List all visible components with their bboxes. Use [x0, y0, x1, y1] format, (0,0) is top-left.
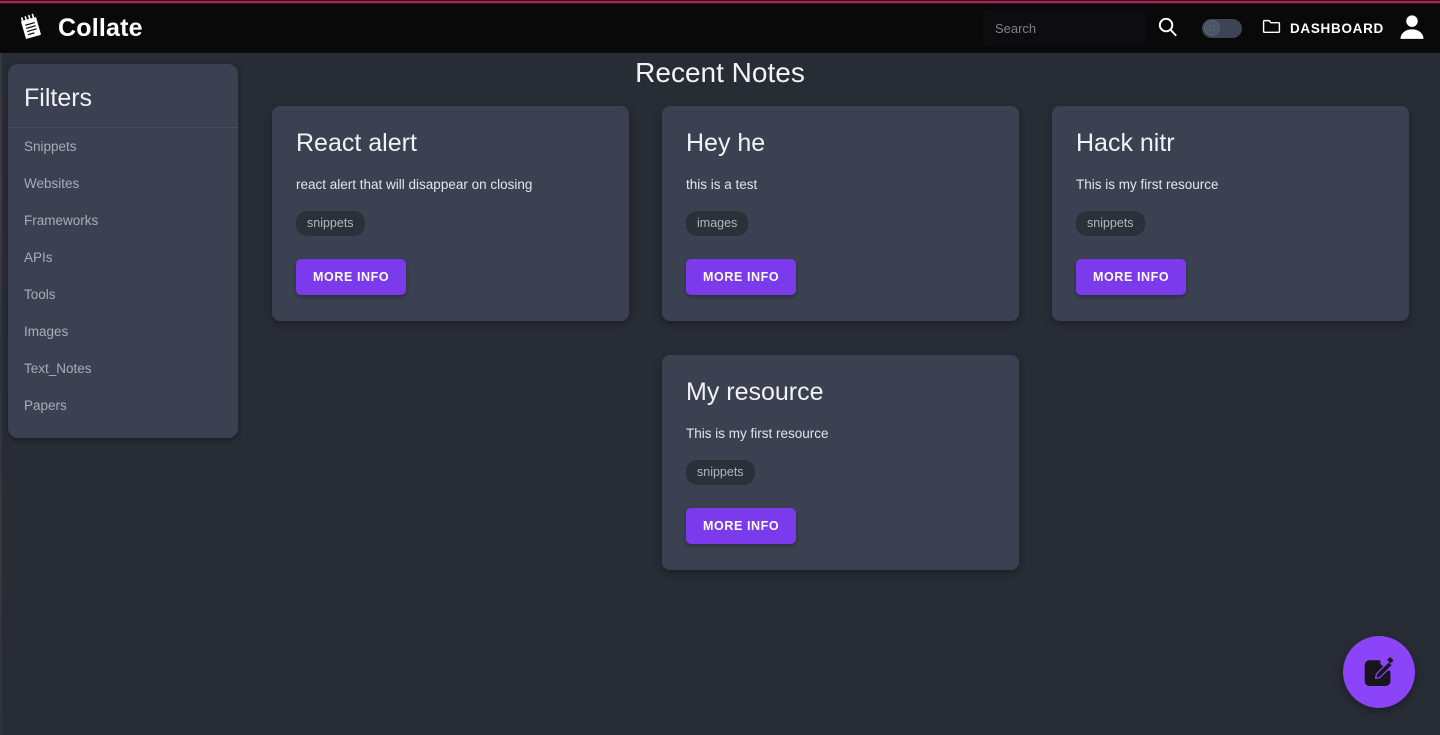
sidebar-item-text-notes[interactable]: Text_Notes: [8, 350, 238, 387]
toggle-switch-icon: [1204, 20, 1220, 36]
notepad-icon: [16, 13, 46, 43]
search-input[interactable]: [983, 10, 1146, 46]
note-description: This is my first resource: [1076, 176, 1387, 194]
more-info-button[interactable]: MORE INFO: [296, 259, 406, 295]
sidebar-item-papers[interactable]: Papers: [8, 387, 238, 424]
note-description: react alert that will disappear on closi…: [296, 176, 607, 194]
navbar-right-group: DASHBOARD: [983, 3, 1440, 53]
sidebar-item-snippets[interactable]: Snippets: [8, 128, 238, 165]
search-button[interactable]: [1146, 6, 1190, 50]
brand[interactable]: Collate: [16, 13, 143, 43]
dashboard-link[interactable]: DASHBOARD: [1262, 18, 1384, 39]
note-tag-row: snippets: [686, 460, 997, 485]
sidebar-item-tools[interactable]: Tools: [8, 276, 238, 313]
filters-header: Filters: [8, 64, 238, 128]
left-edge-strip: [0, 53, 2, 735]
note-tag[interactable]: snippets: [686, 460, 755, 485]
brand-title: Collate: [58, 16, 143, 41]
compose-note-icon: [1362, 654, 1396, 691]
app-root: Collate: [0, 0, 1440, 735]
filters-list: Snippets Websites Frameworks APIs Tools …: [8, 128, 238, 424]
sidebar-item-images[interactable]: Images: [8, 313, 238, 350]
note-tag-row: images: [686, 211, 997, 236]
top-accent-bar: [0, 0, 1440, 4]
note-tag-row: snippets: [1076, 211, 1387, 236]
note-tag[interactable]: snippets: [296, 211, 365, 236]
note-title: Hack nitr: [1076, 128, 1387, 158]
note-description: This is my first resource: [686, 425, 997, 443]
theme-toggle-switch[interactable]: [1202, 19, 1242, 38]
note-title: React alert: [296, 128, 607, 158]
search-icon: [1156, 15, 1179, 41]
folder-icon: [1262, 18, 1281, 39]
note-card[interactable]: Hey he this is a test images MORE INFO: [662, 106, 1019, 321]
account-button[interactable]: [1384, 3, 1440, 53]
sidebar-item-websites[interactable]: Websites: [8, 165, 238, 202]
more-info-button[interactable]: MORE INFO: [1076, 259, 1186, 295]
dashboard-label: DASHBOARD: [1290, 21, 1384, 36]
filters-sidebar: Filters Snippets Websites Frameworks API…: [8, 64, 238, 438]
note-card[interactable]: Hack nitr This is my first resource snip…: [1052, 106, 1409, 321]
sidebar-item-apis[interactable]: APIs: [8, 239, 238, 276]
filters-title: Filters: [24, 86, 222, 111]
note-tag-row: snippets: [296, 211, 607, 236]
note-title: Hey he: [686, 128, 997, 158]
note-description: this is a test: [686, 176, 997, 194]
more-info-button[interactable]: MORE INFO: [686, 508, 796, 544]
note-tag[interactable]: images: [686, 211, 748, 236]
sidebar-item-frameworks[interactable]: Frameworks: [8, 202, 238, 239]
top-navbar: Collate: [0, 3, 1440, 53]
note-title: My resource: [686, 377, 997, 407]
note-card[interactable]: React alert react alert that will disapp…: [272, 106, 629, 321]
note-tag[interactable]: snippets: [1076, 211, 1145, 236]
notes-grid: React alert react alert that will disapp…: [272, 106, 1432, 570]
user-avatar-icon: [1397, 12, 1427, 45]
note-card[interactable]: My resource This is my first resource sn…: [662, 355, 1019, 570]
create-note-button[interactable]: [1343, 636, 1415, 708]
more-info-button[interactable]: MORE INFO: [686, 259, 796, 295]
